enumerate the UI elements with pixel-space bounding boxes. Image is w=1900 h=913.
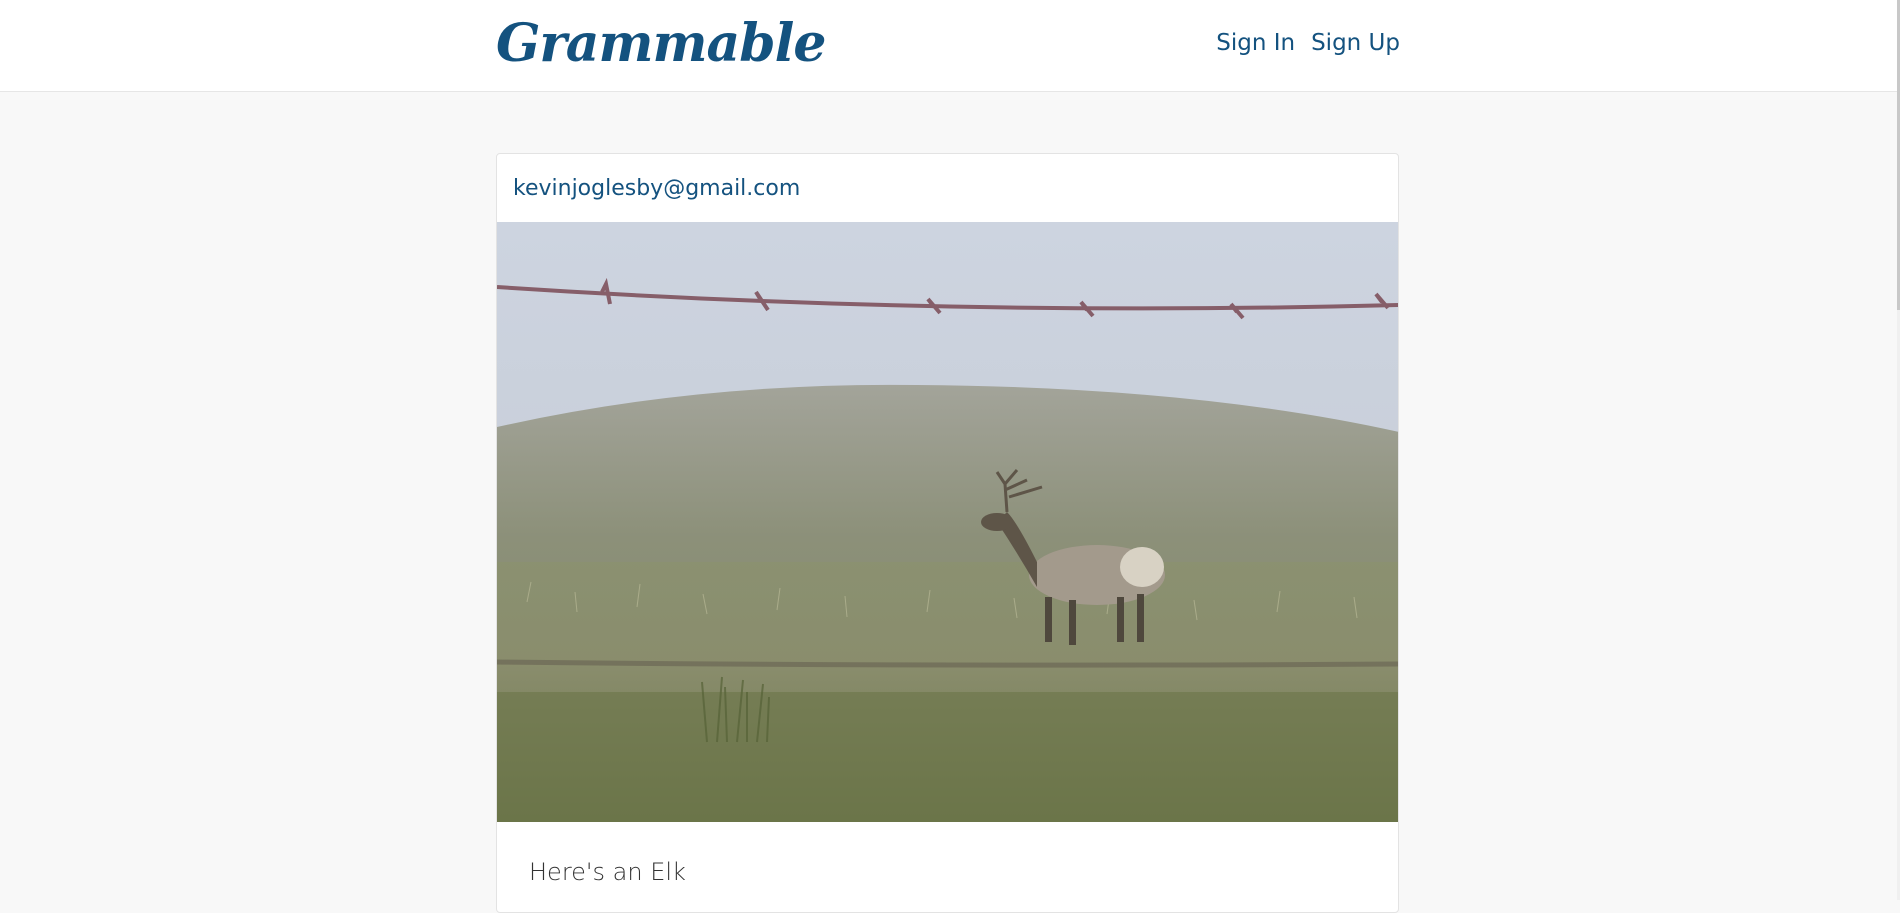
sign-in-link[interactable]: Sign In	[1216, 26, 1295, 60]
nav-links: Sign In Sign Up	[1216, 26, 1400, 60]
post-card: kevinjoglesby@gmail.com Here's an Elk	[496, 153, 1399, 913]
elk-photo-image	[497, 222, 1398, 822]
post-photo	[497, 222, 1398, 822]
top-navbar: Grammable Sign In Sign Up	[0, 0, 1900, 92]
post-author-email: kevinjoglesby@gmail.com	[513, 175, 801, 201]
brand-logo-link[interactable]: Grammable	[496, 12, 826, 76]
post-caption: Here's an Elk	[529, 858, 686, 886]
sign-up-link[interactable]: Sign Up	[1311, 26, 1400, 60]
